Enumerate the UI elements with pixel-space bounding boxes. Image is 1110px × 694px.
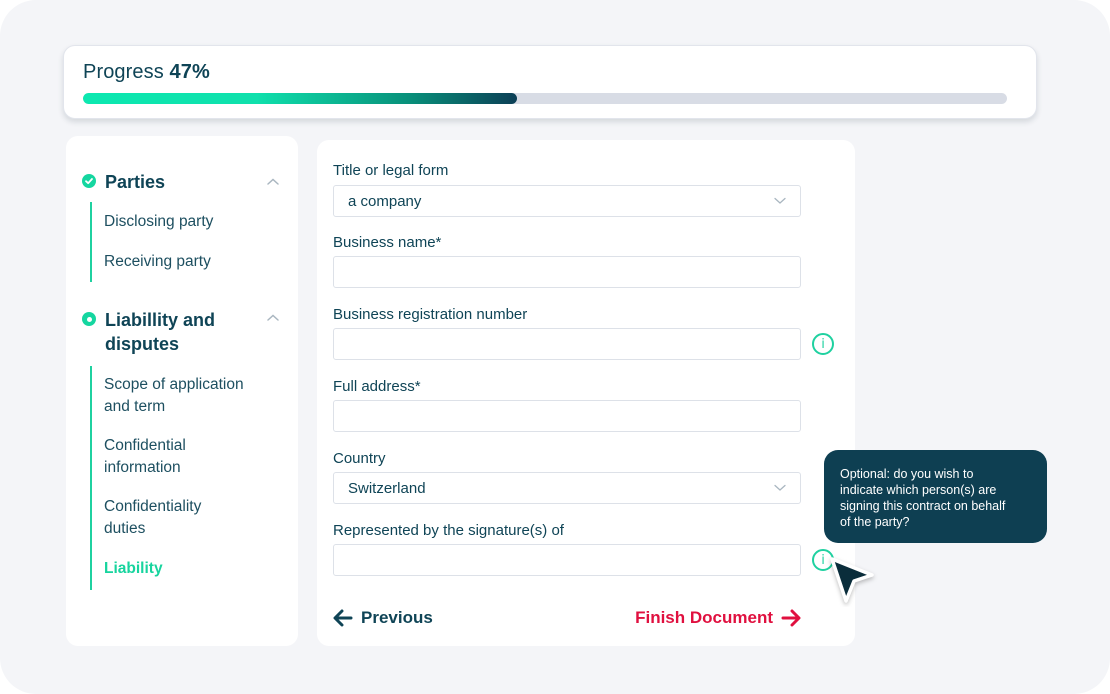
item-line: Confidential bbox=[104, 437, 186, 454]
finish-document-button[interactable]: Finish Document bbox=[635, 608, 801, 628]
section-title: Liabillity and disputes bbox=[105, 308, 215, 356]
previous-label: Previous bbox=[361, 608, 433, 627]
progress-title: Progress 47% bbox=[83, 61, 210, 84]
item-line: information bbox=[104, 459, 181, 476]
previous-button[interactable]: Previous bbox=[333, 608, 433, 628]
field-label-country: Country bbox=[333, 450, 386, 467]
progress-percent: 47% bbox=[169, 61, 210, 83]
tooltip-line: of the party? bbox=[840, 515, 910, 529]
chevron-up-icon[interactable] bbox=[266, 313, 280, 323]
progress-card: Progress 47% bbox=[63, 45, 1037, 119]
select-value: Switzerland bbox=[348, 479, 426, 497]
ring-dot-icon bbox=[82, 312, 96, 326]
sidebar-section-liability-disputes[interactable]: Liabillity and disputes bbox=[82, 308, 215, 356]
section-title: Parties bbox=[105, 172, 166, 192]
field-label-full-address: Full address* bbox=[333, 378, 421, 395]
progress-bar bbox=[83, 93, 1007, 104]
info-tooltip: Optional: do you wish to indicate which … bbox=[824, 450, 1047, 543]
progress-label: Progress bbox=[83, 61, 164, 83]
section-title-line: disputes bbox=[105, 334, 180, 354]
item-line: and term bbox=[104, 398, 166, 415]
section-title-line: Liabillity and bbox=[105, 310, 216, 330]
sidebar-item-confidential-information[interactable]: Confidential information bbox=[92, 435, 244, 479]
chevron-down-icon bbox=[774, 197, 786, 204]
field-label-business-name: Business name* bbox=[333, 234, 442, 251]
sidebar-item-receiving-party[interactable]: Receiving party bbox=[92, 251, 213, 273]
item-line: duties bbox=[104, 520, 146, 537]
sidebar-item-disclosing-party[interactable]: Disclosing party bbox=[92, 211, 213, 233]
field-label-signatures: Represented by the signature(s) of bbox=[333, 522, 564, 539]
signatures-input[interactable] bbox=[333, 544, 801, 576]
form-card: Title or legal form a company Business n… bbox=[317, 140, 855, 646]
legal-form-select[interactable]: a company bbox=[333, 185, 801, 217]
registration-number-input[interactable] bbox=[333, 328, 801, 360]
country-select[interactable]: Switzerland bbox=[333, 472, 801, 504]
tooltip-line: indicate which person(s) are bbox=[840, 483, 997, 497]
sub-list-parties: Disclosing party Receiving party bbox=[90, 202, 213, 282]
tooltip-line: signing this contract on behalf bbox=[840, 499, 1006, 513]
info-icon[interactable]: i bbox=[812, 333, 834, 355]
progress-bar-fill bbox=[83, 93, 518, 104]
mouse-cursor-icon bbox=[830, 557, 874, 603]
full-address-input[interactable] bbox=[333, 400, 801, 432]
sidebar-navigation: Parties Disclosing party Receiving party… bbox=[66, 136, 298, 646]
sub-list-liability: Scope of application and term Confidenti… bbox=[90, 366, 244, 590]
chevron-up-icon[interactable] bbox=[266, 177, 280, 187]
app-canvas: Progress 47% Parties Disclosing party Re… bbox=[0, 0, 1110, 694]
arrow-right-icon bbox=[781, 609, 801, 627]
sidebar-section-parties[interactable]: Parties bbox=[82, 170, 165, 194]
sidebar-item-scope[interactable]: Scope of application and term bbox=[92, 374, 244, 418]
finish-label: Finish Document bbox=[635, 608, 773, 627]
sidebar-item-confidentiality-duties[interactable]: Confidentiality duties bbox=[92, 496, 244, 540]
item-line: Scope of application bbox=[104, 376, 244, 393]
check-circle-icon bbox=[82, 174, 96, 188]
sidebar-item-liability[interactable]: Liability bbox=[92, 558, 244, 580]
item-line: Confidentiality bbox=[104, 498, 202, 515]
business-name-input[interactable] bbox=[333, 256, 801, 288]
field-label-registration-number: Business registration number bbox=[333, 306, 528, 323]
select-value: a company bbox=[348, 192, 422, 210]
tooltip-line: Optional: do you wish to bbox=[840, 467, 974, 481]
chevron-down-icon bbox=[774, 484, 786, 491]
arrow-left-icon bbox=[333, 609, 353, 627]
field-label-legal-form: Title or legal form bbox=[333, 162, 449, 179]
